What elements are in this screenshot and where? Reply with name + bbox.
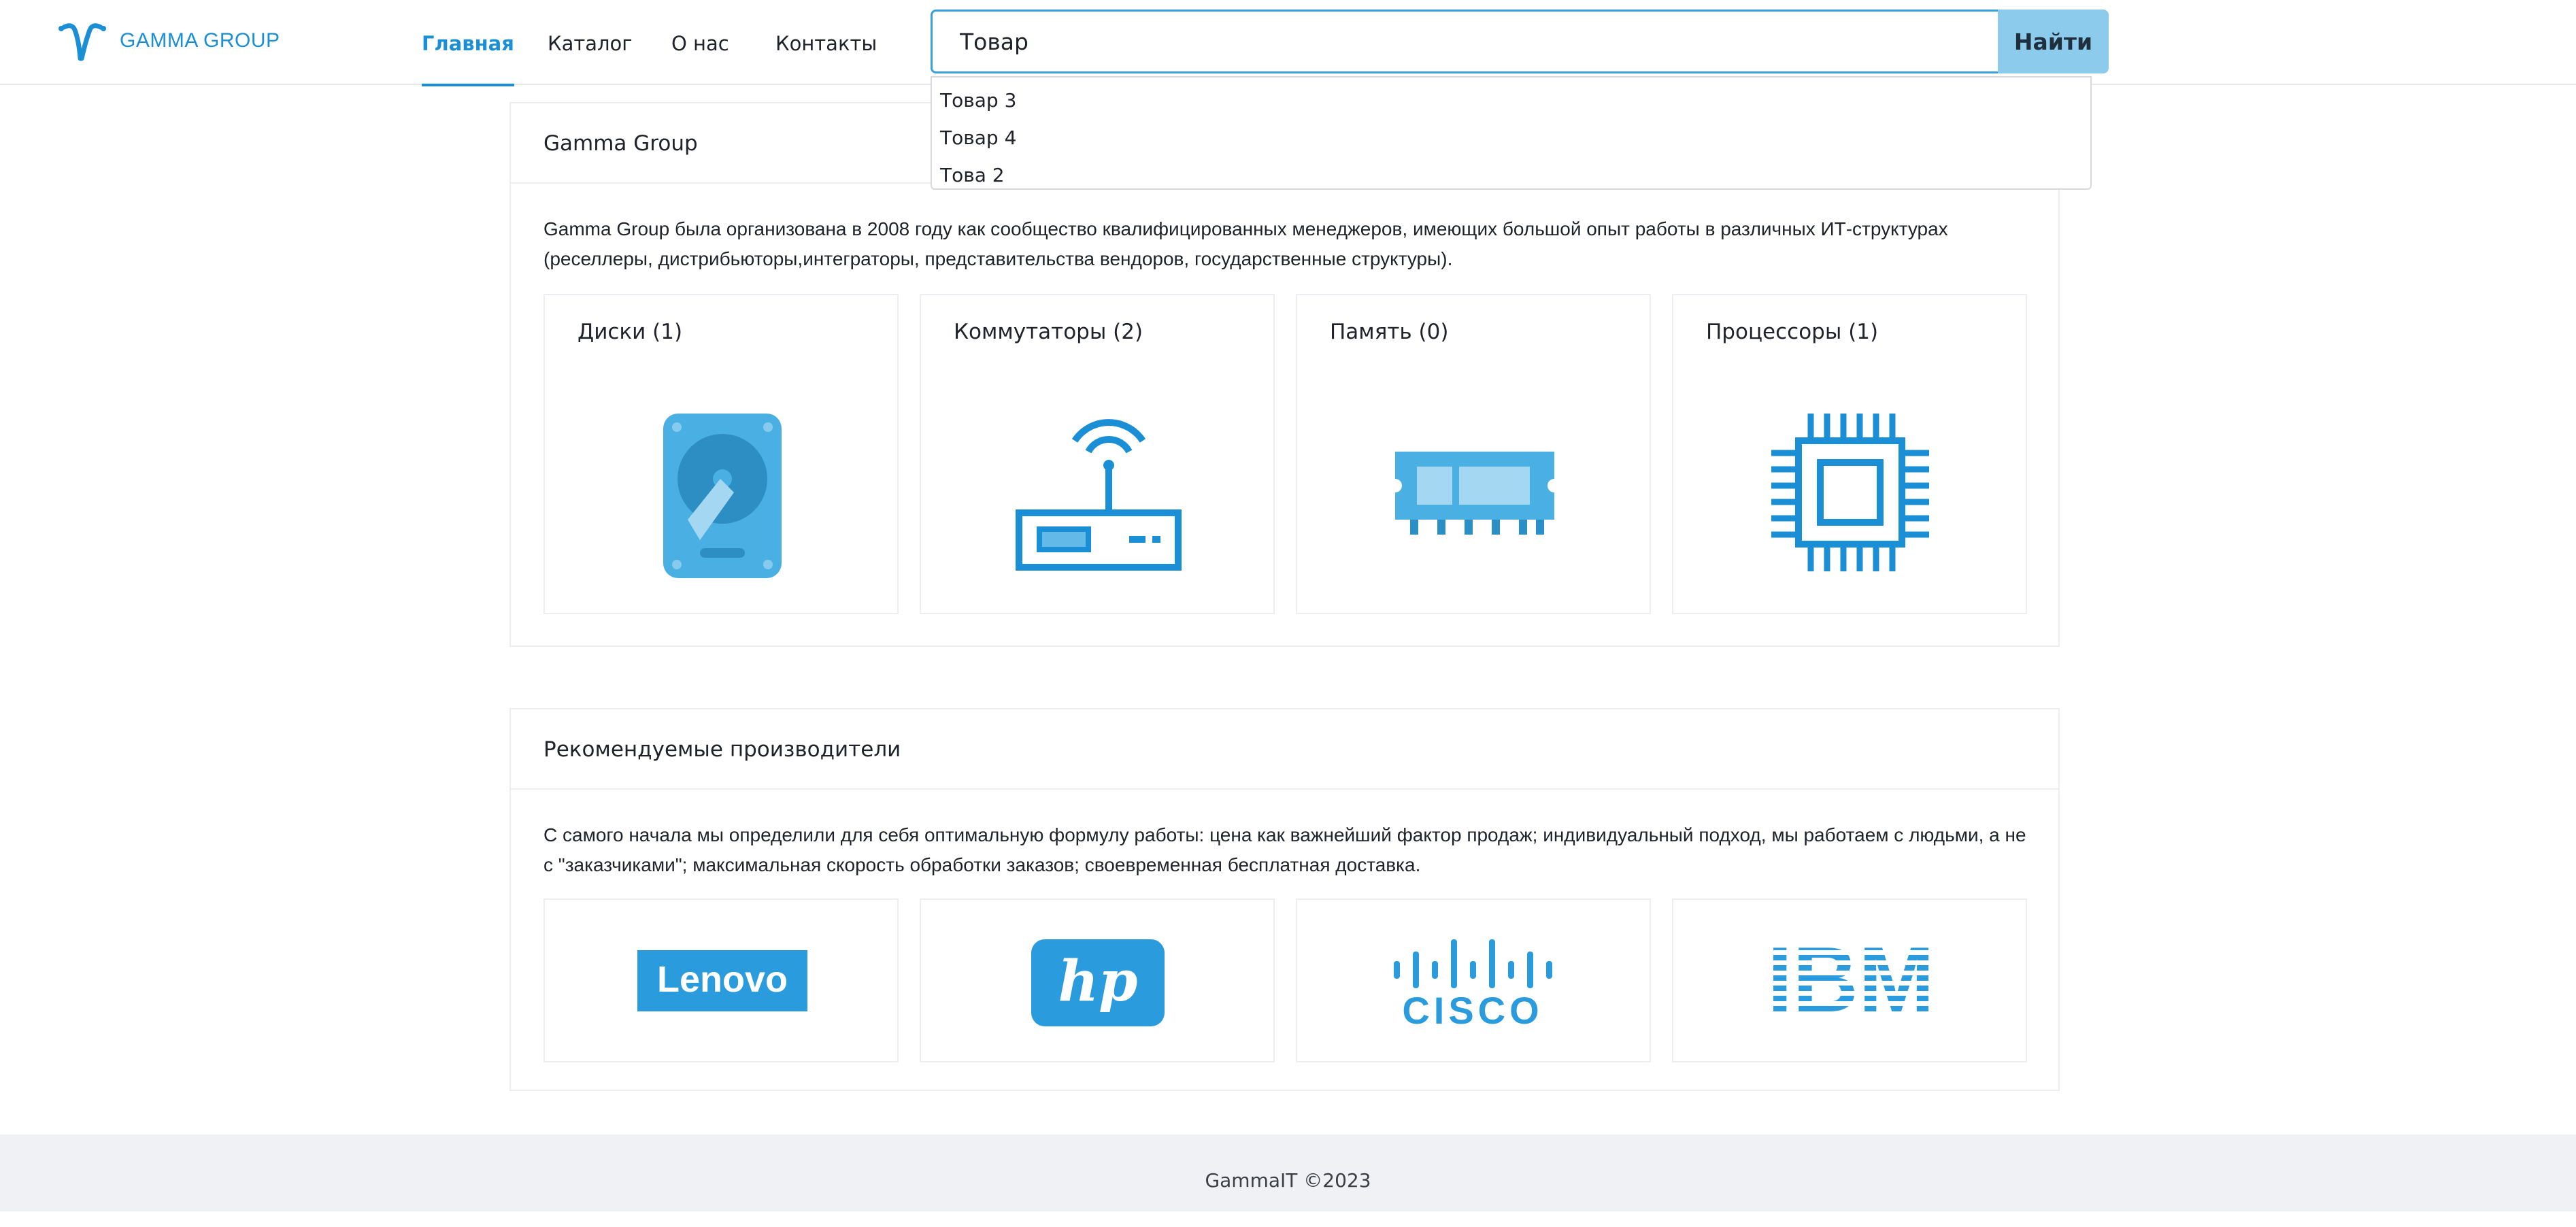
about-text: Gamma Group была организована в 2008 год… <box>543 218 1948 269</box>
category-tile-switches[interactable]: Коммутаторы (2) <box>920 294 1275 614</box>
hp-logo-text: hp <box>1058 949 1138 1014</box>
hard-drive-icon <box>663 414 782 578</box>
gamma-logo-icon <box>58 23 106 61</box>
category-title: Коммутаторы (2) <box>954 320 1143 344</box>
nav-active-underline <box>422 84 514 86</box>
search-button[interactable]: Найти <box>1998 10 2109 73</box>
suggestion-item[interactable]: Товар 4 <box>932 119 2090 156</box>
vendor-tile-cisco[interactable]: CISCO <box>1296 898 1651 1062</box>
category-tile-memory[interactable]: Память (0) <box>1296 294 1651 614</box>
nav-home[interactable]: Главная <box>422 0 514 86</box>
hp-logo: hp <box>1031 939 1165 1026</box>
page-footer: GammaIT ©2023 <box>0 1134 2576 1211</box>
search-input[interactable] <box>931 10 1999 73</box>
nav-contacts-label: Контакты <box>775 32 877 55</box>
suggestion-item[interactable]: Товар 3 <box>932 82 2090 119</box>
vendors-card-title: Рекомендуемые производители <box>511 709 2058 790</box>
category-tile-disks[interactable]: Диски (1) <box>543 294 899 614</box>
vendors-text: С самого начала мы определили для себя о… <box>543 824 2026 875</box>
vendor-tile-hp[interactable]: hp <box>920 898 1275 1062</box>
nav-home-label: Главная <box>422 32 514 55</box>
processor-icon <box>1771 414 1929 571</box>
search-suggestions: Товар 3 Товар 4 Това 2 <box>931 76 2092 190</box>
vendors-card: Рекомендуемые производители С самого нач… <box>509 708 2060 1091</box>
footer-copyright: GammaIT ©2023 <box>1205 1169 1371 1192</box>
lenovo-logo-text: Lenovo <box>657 959 788 1000</box>
category-tile-processors[interactable]: Процессоры (1) <box>1672 294 2027 614</box>
nav-about-label: О нас <box>671 32 729 55</box>
ibm-logo-text: IBM <box>1767 943 1935 1018</box>
category-title: Диски (1) <box>578 320 683 344</box>
category-title: Процессоры (1) <box>1706 320 1879 344</box>
nav-catalog-label: Каталог <box>548 32 633 55</box>
vendor-tile-lenovo[interactable]: Lenovo <box>543 898 899 1062</box>
vendor-tile-ibm[interactable]: IBM <box>1672 898 2027 1062</box>
cisco-logo: CISCO <box>1394 939 1552 1029</box>
nav-catalog[interactable]: Каталог <box>548 0 633 85</box>
logo[interactable]: GAMMA GROUP <box>58 20 280 61</box>
category-title: Память (0) <box>1330 320 1449 344</box>
nav-about[interactable]: О нас <box>671 0 729 85</box>
memory-module-icon <box>1395 452 1554 535</box>
suggestion-item[interactable]: Това 2 <box>932 156 2090 194</box>
top-header: GAMMA GROUP Главная Каталог О нас Контак… <box>0 0 2576 86</box>
logo-text: GAMMA GROUP <box>120 29 280 52</box>
nav-contacts[interactable]: Контакты <box>775 0 877 85</box>
router-icon <box>1016 419 1182 571</box>
cisco-logo-text: CISCO <box>1402 989 1543 1029</box>
lenovo-logo: Lenovo <box>637 950 807 1011</box>
ibm-logo: IBM <box>1767 943 1935 1018</box>
